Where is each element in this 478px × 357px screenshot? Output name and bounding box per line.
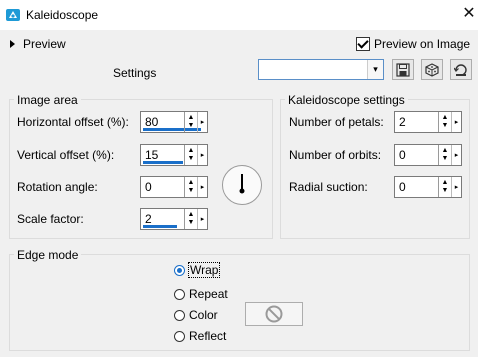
slider-popup-icon[interactable]: ▸ <box>451 177 461 197</box>
randomize-button[interactable] <box>421 59 443 80</box>
slider-popup-icon[interactable]: ▸ <box>197 177 207 197</box>
number-of-orbits-label: Number of orbits: <box>289 148 382 162</box>
spin-updown-icon[interactable]: ▲ ▼ <box>185 209 197 229</box>
kaleidoscope-settings-title: Kaleidoscope settings <box>285 93 408 107</box>
spin-updown-icon[interactable]: ▲ ▼ <box>439 177 451 197</box>
slider-popup-icon[interactable]: ▸ <box>451 145 461 165</box>
scale-factor-slider[interactable] <box>143 225 177 228</box>
dial-needle-icon <box>239 174 245 194</box>
edge-mode-title: Edge mode <box>14 248 82 262</box>
preview-toggle-label: Preview <box>23 37 66 51</box>
expand-arrow-icon <box>10 40 15 48</box>
no-color-icon <box>265 305 283 323</box>
rotation-angle-value[interactable]: 0 <box>145 180 152 194</box>
radio-selected-icon[interactable] <box>174 264 185 276</box>
slider-popup-icon[interactable]: ▸ <box>197 112 207 132</box>
spin-updown-icon[interactable]: ▲ ▼ <box>185 177 197 197</box>
edge-color-swatch-button[interactable] <box>245 302 303 326</box>
rotation-dial[interactable] <box>222 165 262 205</box>
radial-suction-value[interactable]: 0 <box>399 180 406 194</box>
number-of-petals-value[interactable]: 2 <box>399 115 406 129</box>
radio-unselected-icon[interactable] <box>174 330 185 342</box>
edge-mode-repeat-radio[interactable]: Repeat <box>174 287 228 301</box>
scale-factor-value[interactable]: 2 <box>145 212 152 226</box>
edge-mode-group <box>9 254 470 351</box>
scale-factor-label: Scale factor: <box>17 212 84 226</box>
save-preset-button[interactable] <box>392 59 414 80</box>
settings-dropdown[interactable]: ▾ <box>258 59 384 80</box>
horizontal-offset-spinner[interactable]: 80 ▲ ▼ ▸ <box>140 111 208 133</box>
vertical-offset-value[interactable]: 15 <box>145 148 158 162</box>
spin-updown-icon[interactable]: ▲ ▼ <box>439 145 451 165</box>
radial-suction-label: Radial suction: <box>289 180 368 194</box>
edge-mode-color-radio[interactable]: Color <box>174 308 218 322</box>
spin-updown-icon[interactable]: ▲ ▼ <box>185 112 197 132</box>
close-icon[interactable]: ✕ <box>460 4 478 24</box>
edge-mode-wrap-radio[interactable]: Wrap <box>174 262 221 278</box>
vertical-offset-label: Vertical offset (%): <box>17 148 115 162</box>
settings-label: Settings <box>113 66 157 80</box>
chevron-down-icon[interactable]: ▾ <box>367 60 383 79</box>
preview-on-image-label: Preview on Image <box>374 37 471 51</box>
spin-updown-icon[interactable]: ▲ ▼ <box>439 112 451 132</box>
reset-defaults-button[interactable] <box>450 59 472 80</box>
radial-suction-spinner[interactable]: 0 ▲ ▼ ▸ <box>394 176 462 198</box>
radio-unselected-icon[interactable] <box>174 309 185 321</box>
edge-mode-reflect-radio[interactable]: Reflect <box>174 329 226 343</box>
number-of-orbits-value[interactable]: 0 <box>399 148 406 162</box>
radio-unselected-icon[interactable] <box>174 288 185 300</box>
vertical-offset-slider[interactable] <box>143 161 183 164</box>
number-of-petals-spinner[interactable]: 2 ▲ ▼ ▸ <box>394 111 462 133</box>
number-of-orbits-spinner[interactable]: 0 ▲ ▼ ▸ <box>394 144 462 166</box>
floppy-disk-icon <box>396 62 410 77</box>
horizontal-offset-label: Horizontal offset (%): <box>17 115 129 129</box>
horizontal-offset-value[interactable]: 80 <box>145 115 158 129</box>
window-title: Kaleidoscope <box>26 8 99 22</box>
rotation-angle-label: Rotation angle: <box>17 180 98 194</box>
dice-icon <box>425 62 439 77</box>
slider-popup-icon[interactable]: ▸ <box>197 145 207 165</box>
spin-updown-icon[interactable]: ▲ ▼ <box>185 145 197 165</box>
image-area-title: Image area <box>14 93 81 107</box>
checkbox-checked-icon[interactable] <box>356 37 370 51</box>
scale-factor-spinner[interactable]: 2 ▲ ▼ ▸ <box>140 208 208 230</box>
rotation-angle-spinner[interactable]: 0 ▲ ▼ ▸ <box>140 176 208 198</box>
number-of-petals-label: Number of petals: <box>289 115 384 129</box>
reset-icon <box>454 63 467 76</box>
slider-popup-icon[interactable]: ▸ <box>197 209 207 229</box>
edge-mode-color-label: Color <box>189 308 218 322</box>
preview-on-image-checkbox[interactable]: Preview on Image <box>356 37 470 51</box>
edge-mode-wrap-label: Wrap <box>187 262 221 278</box>
edge-mode-reflect-label: Reflect <box>189 329 227 343</box>
kaleidoscope-app-icon <box>6 9 20 21</box>
vertical-offset-spinner[interactable]: 15 ▲ ▼ ▸ <box>140 144 208 166</box>
preview-toggle[interactable]: Preview <box>10 37 66 51</box>
slider-popup-icon[interactable]: ▸ <box>451 112 461 132</box>
edge-mode-repeat-label: Repeat <box>189 287 228 301</box>
